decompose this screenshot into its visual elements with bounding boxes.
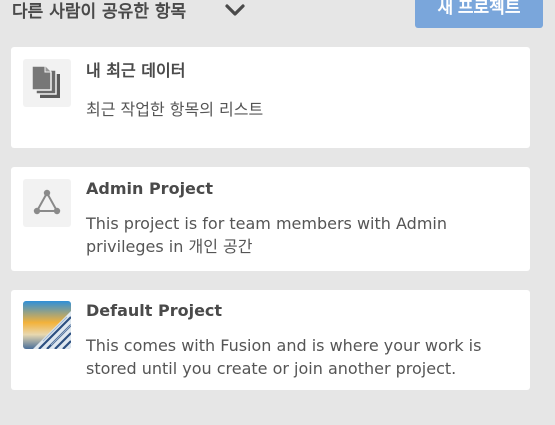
new-project-button[interactable]: 새 프로젝트	[415, 0, 543, 28]
chevron-down-icon[interactable]	[224, 1, 246, 19]
project-network-icon	[23, 179, 71, 227]
recent-data-card[interactable]: 내 최근 데이터 최근 작업한 항목의 리스트	[11, 47, 530, 148]
card-title: 내 최근 데이터	[86, 61, 186, 80]
header: 다른 사람이 공유한 항목 새 프로젝트	[12, 0, 555, 30]
filter-dropdown-label[interactable]: 다른 사람이 공유한 항목	[12, 0, 186, 24]
card-description: This comes with Fusion and is where your…	[86, 336, 482, 378]
card-title: Admin Project	[86, 179, 214, 198]
card-title: Default Project	[86, 301, 223, 320]
default-project-card[interactable]: Default Project This comes with Fusion a…	[11, 290, 530, 390]
documents-icon	[23, 59, 71, 107]
project-thumbnail-image	[23, 301, 71, 349]
card-description: 최근 작업한 항목의 리스트	[86, 100, 264, 119]
admin-project-card[interactable]: Admin Project This project is for team m…	[11, 167, 530, 271]
card-description: This project is for team members with Ad…	[86, 214, 447, 256]
